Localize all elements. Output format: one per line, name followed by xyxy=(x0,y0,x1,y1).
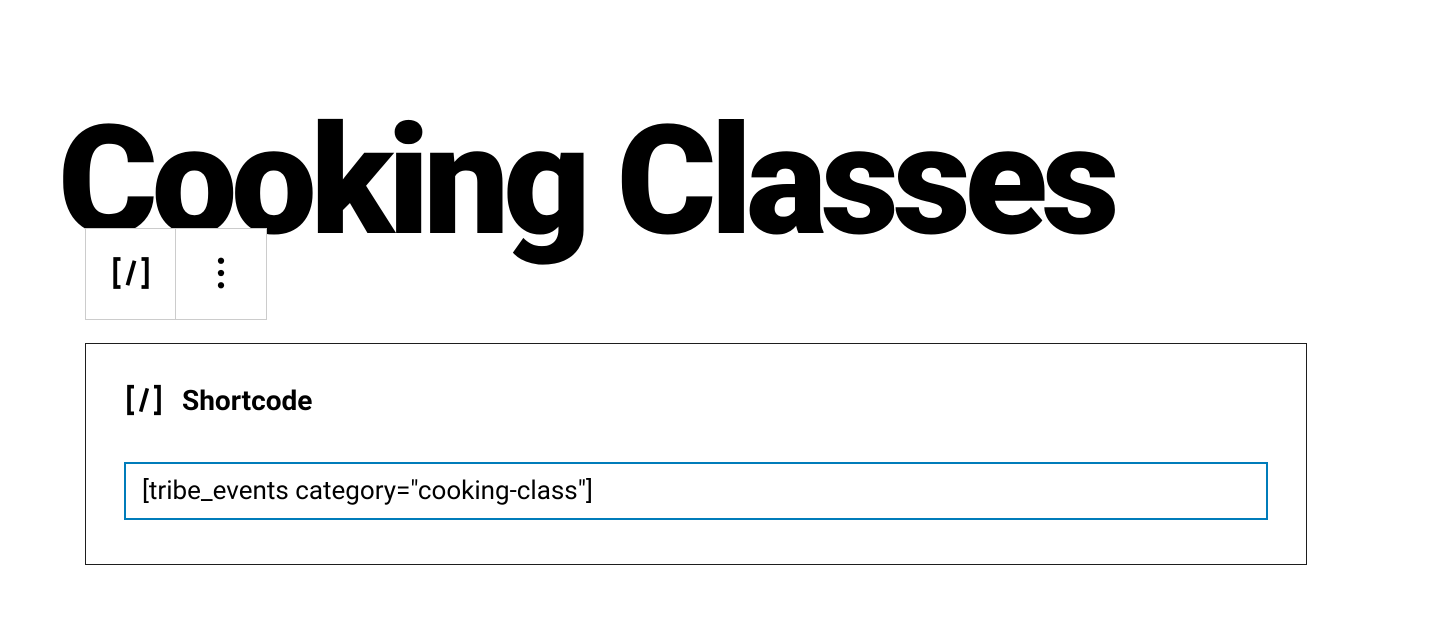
shortcode-input[interactable] xyxy=(124,462,1268,520)
more-vertical-icon xyxy=(200,252,242,297)
block-header: Shortcode xyxy=(124,380,1268,420)
block-label: Shortcode xyxy=(182,384,312,417)
shortcode-icon xyxy=(110,252,152,297)
block-type-button[interactable] xyxy=(86,229,176,319)
shortcode-block: Shortcode xyxy=(85,343,1307,565)
more-options-button[interactable] xyxy=(176,229,266,319)
shortcode-icon xyxy=(124,380,164,420)
block-toolbar xyxy=(85,228,267,320)
